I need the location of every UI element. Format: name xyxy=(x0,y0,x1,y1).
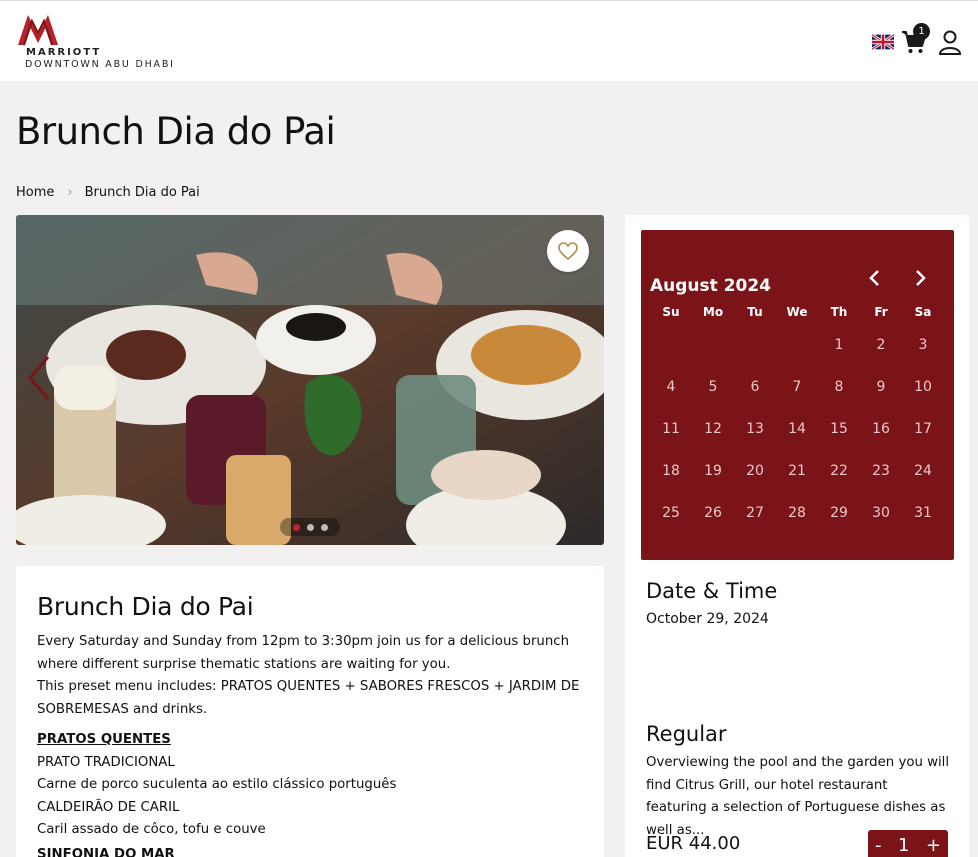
calendar-day[interactable]: 22 xyxy=(818,450,860,492)
uk-flag-icon[interactable] xyxy=(872,34,894,50)
calendar-day[interactable]: 7 xyxy=(776,366,818,408)
image-carousel[interactable] xyxy=(16,215,604,545)
event-description-card: Brunch Dia do Pai Every Saturday and Sun… xyxy=(16,566,604,857)
calendar-day[interactable]: 21 xyxy=(776,450,818,492)
brunch-photo xyxy=(16,215,604,545)
weekday-label: We xyxy=(786,305,808,319)
calendar-empty-cell xyxy=(734,324,776,366)
weekday-label: Su xyxy=(662,305,680,319)
calendar-day[interactable]: 31 xyxy=(902,492,944,534)
weekday-label: Sa xyxy=(914,305,932,319)
calendar-month-label: August 2024 xyxy=(650,276,772,296)
breadcrumb-home-link[interactable]: Home xyxy=(16,185,54,200)
weekday-label: Mo xyxy=(702,305,724,319)
calendar-day[interactable]: 25 xyxy=(650,492,692,534)
quantity-decrease-button[interactable]: - xyxy=(875,835,882,856)
menu-section-heading: SINFONIA DO MAR xyxy=(37,846,175,857)
carousel-dot-1[interactable] xyxy=(292,523,300,531)
weekday-label: Tu xyxy=(747,305,763,319)
heart-icon xyxy=(558,242,578,260)
selected-date: October 29, 2024 xyxy=(646,611,769,627)
logo-location-text: DOWNTOWN ABU DHABI xyxy=(25,59,175,70)
marriott-logo[interactable]: MARRIOTT DOWNTOWN ABU DHABI xyxy=(16,13,186,73)
calendar-day[interactable]: 27 xyxy=(734,492,776,534)
menu-line: Caril assado de côco, tofu e couve xyxy=(37,822,266,837)
quantity-value[interactable]: 1 xyxy=(898,835,909,856)
calendar-grid: Su Mo Tu We Th Fr Sa 1 2 3 4 5 6 7 8 9 10 11 12 13 14… xyxy=(650,300,944,534)
quantity-increase-button[interactable]: + xyxy=(926,835,941,856)
calendar-day[interactable]: 23 xyxy=(860,450,902,492)
ticket-type-title: Regular xyxy=(646,722,727,746)
calendar-next-button[interactable] xyxy=(906,263,936,293)
chevron-right-icon: › xyxy=(67,185,73,200)
ticket-description: Overviewing the pool and the garden you … xyxy=(646,755,950,838)
description-paragraph-1: Every Saturday and Sunday from 12pm to 3… xyxy=(37,634,570,672)
weekday-label: Th xyxy=(830,305,848,319)
carousel-prev-arrow[interactable] xyxy=(24,353,54,403)
calendar-day[interactable]: 29 xyxy=(818,492,860,534)
weekday-label: Fr xyxy=(874,305,888,319)
date-time-heading: Date & Time xyxy=(646,579,778,603)
calendar-day[interactable]: 13 xyxy=(734,408,776,450)
calendar-day[interactable]: 14 xyxy=(776,408,818,450)
calendar-day[interactable]: 6 xyxy=(734,366,776,408)
date-picker-calendar: August 2024 Su Mo Tu We Th Fr Sa 1234567… xyxy=(641,230,954,560)
calendar-day[interactable]: 28 xyxy=(776,492,818,534)
favorite-button[interactable] xyxy=(547,230,589,272)
calendar-empty-cell xyxy=(650,324,692,366)
breadcrumb-current: Brunch Dia do Pai xyxy=(84,185,200,200)
calendar-day[interactable]: 19 xyxy=(692,450,734,492)
menu-line: PRATO TRADICIONAL xyxy=(37,754,175,770)
carousel-dot-2[interactable] xyxy=(306,523,314,531)
chevron-left-icon xyxy=(869,270,879,286)
calendar-empty-cell xyxy=(776,324,818,366)
calendar-day[interactable]: 30 xyxy=(860,492,902,534)
calendar-empty-cell xyxy=(692,324,734,366)
carousel-dot-3[interactable] xyxy=(320,523,328,531)
quantity-stepper: - 1 + xyxy=(868,830,948,857)
calendar-day[interactable]: 26 xyxy=(692,492,734,534)
calendar-day[interactable]: 8 xyxy=(818,366,860,408)
calendar-day[interactable]: 9 xyxy=(860,366,902,408)
calendar-day[interactable]: 20 xyxy=(734,450,776,492)
calendar-day[interactable]: 16 xyxy=(860,408,902,450)
calendar-day[interactable]: 5 xyxy=(692,366,734,408)
calendar-day[interactable]: 11 xyxy=(650,408,692,450)
calendar-day[interactable]: 18 xyxy=(650,450,692,492)
logo-brand-text: MARRIOTT xyxy=(26,47,102,58)
menu-section-heading: PRATOS QUENTES xyxy=(37,732,171,747)
calendar-day[interactable]: 10 xyxy=(902,366,944,408)
calendar-day[interactable]: 15 xyxy=(818,408,860,450)
marriott-m-icon xyxy=(18,15,58,46)
cart-count-badge: 1 xyxy=(913,23,930,40)
site-header: MARRIOTT DOWNTOWN ABU DHABI 1 xyxy=(0,0,978,81)
calendar-day[interactable]: 17 xyxy=(902,408,944,450)
calendar-day[interactable]: 12 xyxy=(692,408,734,450)
booking-panel: August 2024 Su Mo Tu We Th Fr Sa 1234567… xyxy=(625,215,969,857)
description-title: Brunch Dia do Pai xyxy=(37,592,254,621)
menu-line: CALDEIRÃO DE CARIL xyxy=(37,799,180,815)
calendar-day[interactable]: 1 xyxy=(818,324,860,366)
calendar-prev-button[interactable] xyxy=(859,263,889,293)
menu-line: Carne de porco suculenta ao estilo cláss… xyxy=(37,777,397,792)
user-icon[interactable] xyxy=(938,29,962,55)
calendar-day[interactable]: 3 xyxy=(902,324,944,366)
description-paragraph-2: This preset menu includes: PRATOS QUENTE… xyxy=(37,679,580,717)
calendar-day[interactable]: 2 xyxy=(860,324,902,366)
breadcrumb: Home › Brunch Dia do Pai xyxy=(16,185,200,200)
ticket-price: EUR 44.00 xyxy=(646,833,741,854)
page-title: Brunch Dia do Pai xyxy=(16,110,336,153)
calendar-day[interactable]: 4 xyxy=(650,366,692,408)
calendar-day[interactable]: 24 xyxy=(902,450,944,492)
chevron-right-icon xyxy=(916,270,926,286)
carousel-dots xyxy=(280,518,340,536)
